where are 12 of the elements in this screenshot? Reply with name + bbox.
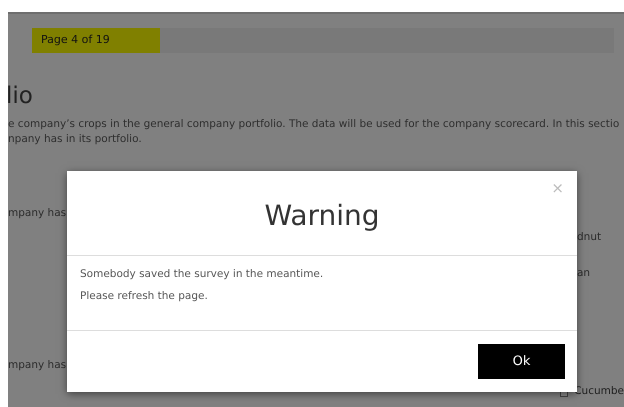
option-label: an: [577, 267, 592, 281]
dialog-message: Somebody saved the survey in the meantime.: [80, 267, 324, 281]
intro-text: npany has in its portfolio.: [8, 132, 143, 147]
progress-label: Page 4 of 19: [41, 33, 110, 46]
option-label: dnut: [577, 231, 602, 245]
dialog-message: Please refresh the page.: [80, 289, 209, 303]
question-text: mpany has: [8, 359, 66, 371]
ok-button[interactable]: Ok: [478, 344, 565, 379]
dialog-title: Warning: [264, 198, 380, 232]
question-text: mpany has: [8, 207, 66, 219]
intro-text: e company’s crops in the general company portfolio. The data will be used for the company scorecard. In this sectio: [8, 117, 620, 132]
page-heading: lio: [8, 83, 34, 109]
